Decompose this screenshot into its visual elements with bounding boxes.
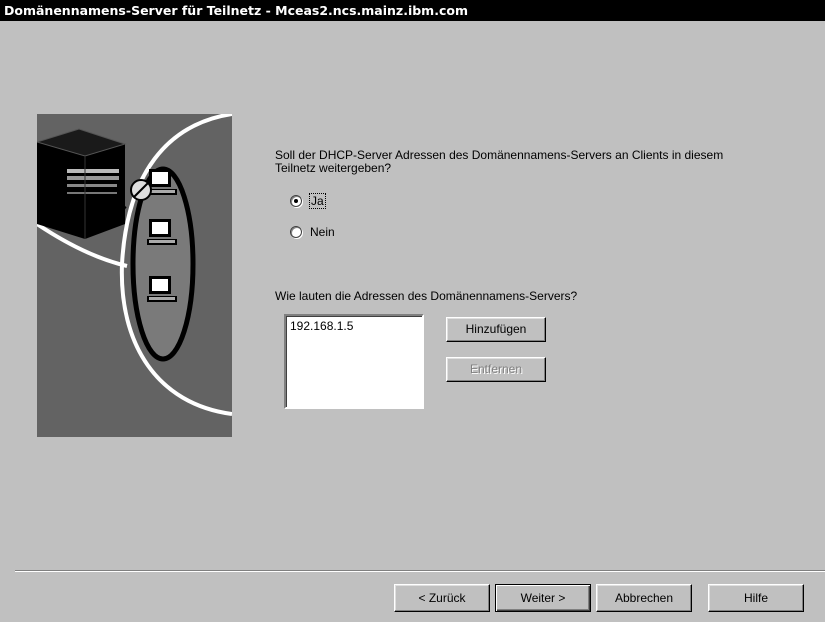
- cancel-button-label: Abbrechen: [614, 591, 674, 605]
- window-title: Domänennamens-Server für Teilnetz - Mcea…: [0, 0, 825, 21]
- add-button[interactable]: Hinzufügen: [446, 317, 546, 342]
- list-item[interactable]: 192.168.1.5: [290, 319, 418, 333]
- address-listbox[interactable]: 192.168.1.5: [284, 314, 424, 409]
- addresses-label: Wie lauten die Adressen des Domänennamen…: [275, 289, 578, 303]
- server-icon: [37, 128, 127, 239]
- help-button-label: Hilfe: [743, 591, 768, 605]
- radio-yes-button[interactable]: [290, 195, 302, 207]
- radio-no-button[interactable]: [290, 226, 302, 238]
- help-button[interactable]: Hilfe: [708, 584, 804, 612]
- radio-yes-label[interactable]: Ja: [309, 193, 326, 209]
- separator: [15, 570, 825, 572]
- next-button-label: Weiter >: [520, 591, 566, 605]
- next-button[interactable]: Weiter >: [495, 584, 591, 612]
- question-text: Soll der DHCP-Server Adressen des Domäne…: [275, 148, 724, 175]
- back-button-label: < Zurück: [418, 591, 466, 605]
- network-illustration: [37, 114, 232, 437]
- radio-yes[interactable]: Ja: [290, 193, 326, 209]
- radio-no[interactable]: Nein: [290, 225, 335, 239]
- back-button[interactable]: < Zurück: [394, 584, 490, 612]
- remove-button[interactable]: Entfernen: [446, 357, 546, 382]
- radio-no-label[interactable]: Nein: [310, 225, 335, 239]
- cancel-button[interactable]: Abbrechen: [596, 584, 692, 612]
